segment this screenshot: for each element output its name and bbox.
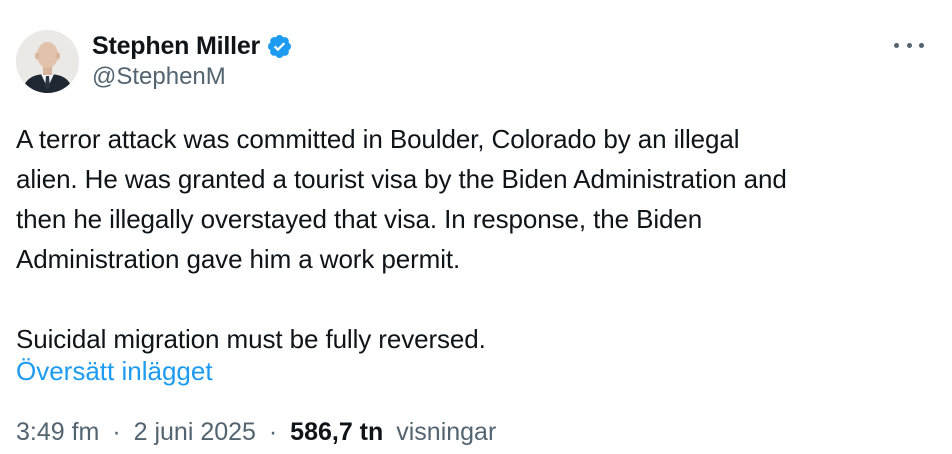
avatar-portrait bbox=[16, 30, 79, 93]
views-label: visningar bbox=[396, 418, 497, 446]
tweet-card: Stephen Miller @StephenM A terror attack… bbox=[0, 0, 952, 454]
views-count[interactable]: 586,7 tn bbox=[290, 418, 383, 446]
tweet-line: then he illegally overstayed that visa. … bbox=[16, 204, 703, 234]
tweet-date[interactable]: 2 juni 2025 bbox=[134, 418, 256, 446]
more-dot bbox=[894, 42, 899, 48]
tweet-time[interactable]: 3:49 fm bbox=[16, 418, 99, 446]
tweet-text: A terror attack was committed in Boulder… bbox=[16, 119, 936, 359]
tweet-line: alien. He was granted a tourist visa by … bbox=[16, 164, 787, 194]
meta-separator: · bbox=[268, 418, 278, 446]
tweet-line: A terror attack was committed in Boulder… bbox=[16, 124, 740, 154]
more-dot bbox=[919, 42, 924, 48]
tweet-meta: 3:49 fm · 2 juni 2025 · 586,7 tn visning… bbox=[16, 412, 496, 452]
avatar[interactable] bbox=[16, 30, 79, 93]
translate-post-link[interactable]: Översätt inlägget bbox=[16, 351, 213, 391]
meta-separator: · bbox=[112, 418, 121, 446]
author-info: Stephen Miller @StephenM bbox=[92, 30, 293, 92]
author-display-name[interactable]: Stephen Miller bbox=[92, 32, 260, 61]
author-handle[interactable]: @StephenM bbox=[92, 62, 293, 92]
more-options-icon[interactable] bbox=[894, 36, 924, 54]
more-dot bbox=[906, 42, 912, 48]
verified-badge-icon[interactable] bbox=[266, 33, 293, 60]
tweet-line: Administration gave him a work permit. bbox=[16, 244, 461, 274]
author-name-row: Stephen Miller bbox=[92, 30, 293, 62]
